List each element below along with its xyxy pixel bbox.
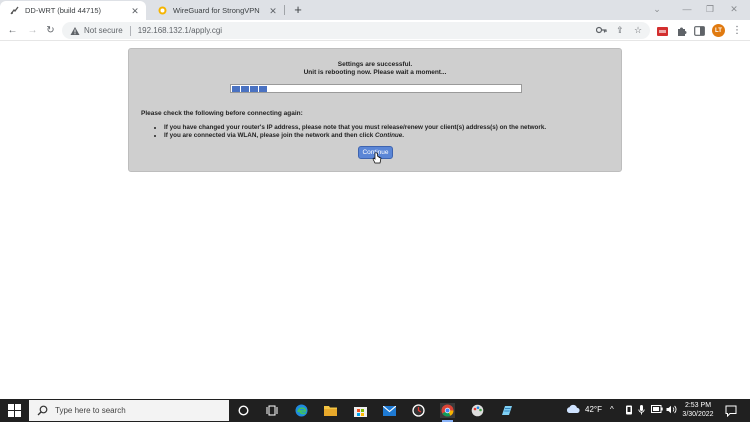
- taskbar-search-box[interactable]: Type here to search: [29, 400, 229, 421]
- tray-chevron-up-icon[interactable]: ^: [610, 405, 614, 414]
- restore-icon[interactable]: ❐: [703, 4, 717, 15]
- bullet-wlan-emphasis: Continue: [375, 132, 403, 139]
- windows-taskbar: Type here to search 42°F ^ 2:53 PM 3/30/…: [0, 399, 750, 422]
- windows-start-icon[interactable]: [8, 404, 21, 417]
- tab-separator: [284, 5, 285, 15]
- search-placeholder: Type here to search: [55, 406, 126, 415]
- mail-icon[interactable]: [382, 403, 397, 418]
- tab-title: WireGuard for StrongVPN: [173, 6, 260, 15]
- window-close-icon[interactable]: ✕: [727, 4, 741, 15]
- url-text: 192.168.132.1/apply.cgi: [137, 26, 223, 35]
- bullet-ip-change: If you have changed your router's IP add…: [164, 124, 547, 131]
- tab-close-icon[interactable]: ✕: [268, 6, 278, 16]
- taskbar-clock[interactable]: 2:53 PM 3/30/2022: [680, 401, 716, 419]
- check-heading: Please check the following before connec…: [141, 110, 303, 117]
- security-label: Not secure: [84, 26, 123, 35]
- weather-cloud-icon[interactable]: [566, 404, 580, 416]
- progress-segment: [250, 86, 258, 92]
- edge-browser-icon[interactable]: [294, 403, 309, 418]
- address-divider: [129, 25, 131, 36]
- tray-app-icon[interactable]: [625, 405, 633, 417]
- reload-icon[interactable]: ↻: [44, 24, 57, 37]
- list-item: If you have changed your router's IP add…: [164, 124, 546, 131]
- notepad-app-icon[interactable]: [499, 403, 514, 418]
- share-icon[interactable]: ⇪: [614, 24, 626, 36]
- back-arrow-icon[interactable]: ←: [6, 24, 19, 37]
- ddwrt-favicon-icon: [10, 6, 19, 15]
- task-view-icon[interactable]: [264, 403, 279, 418]
- extensions-puzzle-icon[interactable]: [675, 25, 687, 37]
- cortana-icon[interactable]: [236, 403, 251, 418]
- tab-close-icon[interactable]: ✕: [130, 6, 140, 16]
- search-icon: [37, 405, 48, 416]
- bullet-wlan-suffix: .: [402, 132, 405, 139]
- kebab-menu-icon[interactable]: ⋮: [732, 24, 742, 37]
- new-tab-plus-icon[interactable]: +: [291, 3, 305, 17]
- side-panel-icon[interactable]: [693, 25, 705, 37]
- bookmark-star-icon[interactable]: ☆: [632, 24, 644, 36]
- address-bar[interactable]: Not secure 192.168.132.1/apply.cgi: [62, 22, 650, 39]
- file-explorer-icon[interactable]: [323, 403, 338, 418]
- minimize-icon[interactable]: —: [680, 4, 694, 14]
- browser-toolbar: ← → ↻ Not secure 192.168.132.1/apply.cgi…: [0, 20, 750, 41]
- weather-temp[interactable]: 42°F: [585, 405, 602, 414]
- mouse-pointer-icon: [372, 151, 382, 164]
- volume-icon[interactable]: [666, 405, 677, 416]
- key-icon[interactable]: [595, 25, 607, 37]
- progress-segment: [241, 86, 249, 92]
- reboot-progress-bar: [230, 84, 522, 93]
- bullet-wlan-prefix: If you are connected via WLAN, please jo…: [164, 132, 375, 139]
- list-item: If you are connected via WLAN, please jo…: [164, 132, 546, 139]
- tab-search-chevron-icon[interactable]: ⌄: [650, 4, 664, 15]
- notification-center-icon[interactable]: [725, 404, 737, 418]
- progress-segment: [259, 86, 267, 92]
- strongvpn-favicon-icon: [158, 6, 167, 15]
- microsoft-store-icon[interactable]: [353, 403, 368, 418]
- tab-strip: DD-WRT (build 44715) ✕ WireGuard for Str…: [0, 0, 750, 20]
- warning-triangle-icon: [70, 26, 80, 36]
- clock-app-icon[interactable]: [411, 403, 426, 418]
- status-line-rebooting: Unit is rebooting now. Please wait a mom…: [303, 69, 447, 76]
- tab-title: DD-WRT (build 44715): [25, 6, 101, 15]
- microphone-icon[interactable]: [638, 405, 645, 417]
- status-line-success: Settings are successful.: [337, 61, 413, 68]
- forward-arrow-icon[interactable]: →: [26, 24, 39, 37]
- extension-red-icon[interactable]: [656, 25, 668, 37]
- clock-date: 3/30/2022: [682, 411, 714, 418]
- tab-wireguard[interactable]: WireGuard for StrongVPN ✕: [148, 1, 284, 20]
- clock-time: 2:53 PM: [684, 402, 712, 409]
- progress-segment: [232, 86, 240, 92]
- profile-avatar[interactable]: LT: [712, 24, 725, 37]
- battery-icon[interactable]: [651, 405, 663, 415]
- chrome-browser-icon[interactable]: [440, 403, 455, 422]
- check-list: If you have changed your router's IP add…: [164, 124, 546, 140]
- paint-app-icon[interactable]: [470, 403, 485, 418]
- tab-ddwrt[interactable]: DD-WRT (build 44715) ✕: [0, 1, 146, 20]
